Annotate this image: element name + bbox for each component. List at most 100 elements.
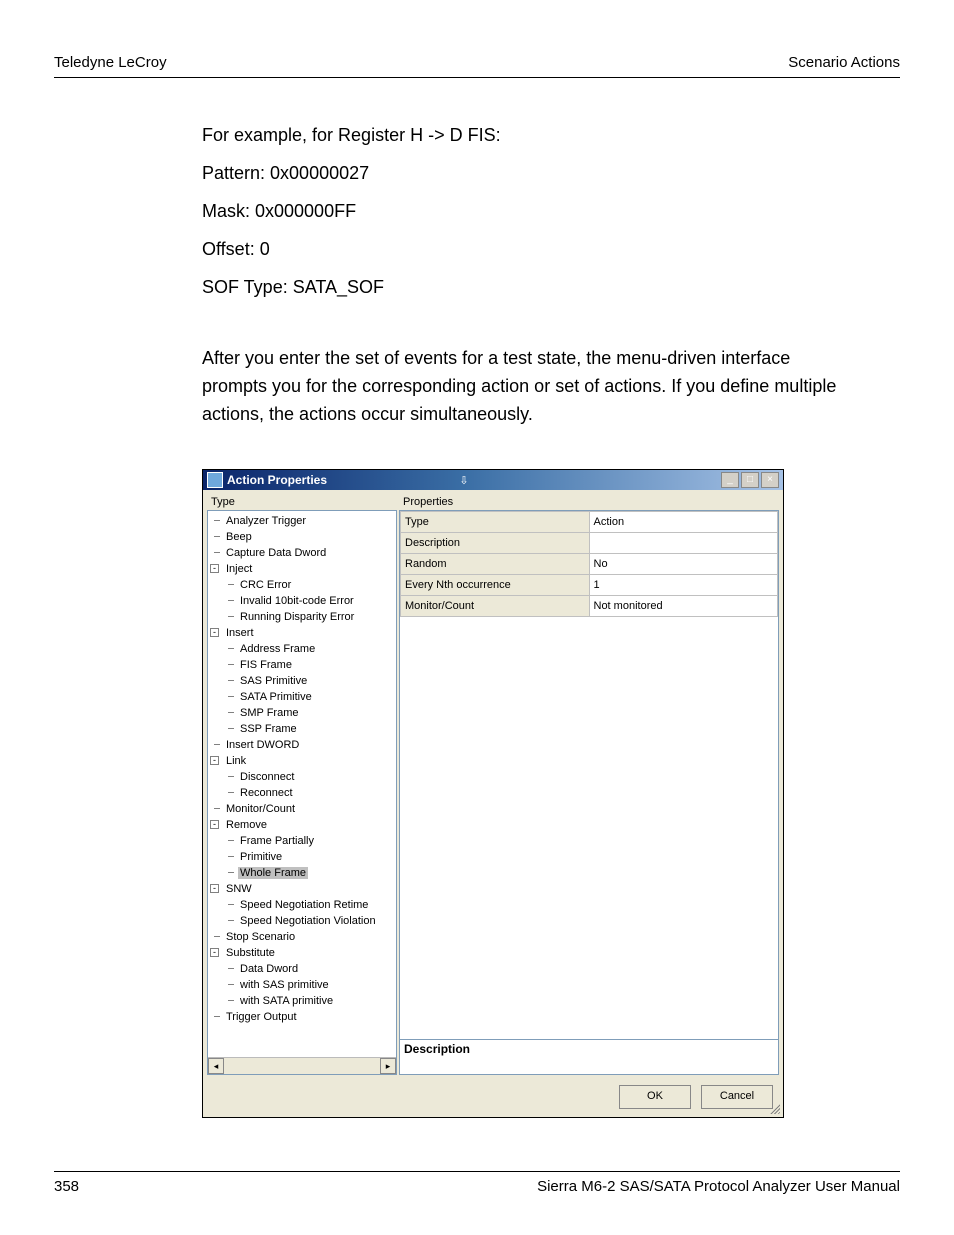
tree-node[interactable]: -Substitute	[210, 945, 396, 961]
property-row[interactable]: Description	[401, 533, 778, 554]
dropdown-arrow-icon[interactable]: ⇩	[457, 473, 471, 487]
tree-node[interactable]: FIS Frame	[224, 657, 396, 673]
type-tree[interactable]: Analyzer TriggerBeepCapture Data Dword-I…	[207, 510, 397, 1075]
tree-node-label[interactable]: FIS Frame	[238, 659, 294, 671]
tree-node[interactable]: SMP Frame	[224, 705, 396, 721]
tree-node-label[interactable]: Invalid 10bit-code Error	[238, 595, 356, 607]
scroll-right-button[interactable]: ▸	[380, 1058, 396, 1074]
tree-node[interactable]: Capture Data Dword	[210, 545, 396, 561]
tree-node-label[interactable]: Whole Frame	[238, 867, 308, 879]
tree-node-label[interactable]: Beep	[224, 531, 254, 543]
tree-node[interactable]: with SATA primitive	[224, 993, 396, 1009]
tree-node-label[interactable]: Frame Partially	[238, 835, 316, 847]
tree-node-label[interactable]: SATA Primitive	[238, 691, 314, 703]
tree-node-label[interactable]: Address Frame	[238, 643, 317, 655]
tree-node-label[interactable]: Trigger Output	[224, 1011, 299, 1023]
collapse-icon[interactable]: -	[210, 564, 219, 573]
tree-node[interactable]: CRC Error	[224, 577, 396, 593]
tree-connector	[214, 808, 220, 809]
tree-node-label[interactable]: SSP Frame	[238, 723, 299, 735]
tree-node[interactable]: SSP Frame	[224, 721, 396, 737]
property-value[interactable]: No	[589, 554, 778, 575]
tree-node-label[interactable]: Reconnect	[238, 787, 295, 799]
tree-node[interactable]: Running Disparity Error	[224, 609, 396, 625]
tree-node[interactable]: Invalid 10bit-code Error	[224, 593, 396, 609]
tree-node[interactable]: Data Dword	[224, 961, 396, 977]
tree-node[interactable]: -Insert	[210, 625, 396, 641]
tree-node[interactable]: Stop Scenario	[210, 929, 396, 945]
tree-node[interactable]: Frame Partially	[224, 833, 396, 849]
tree-node[interactable]: -SNW	[210, 881, 396, 897]
tree-node-label[interactable]: Speed Negotiation Retime	[238, 899, 370, 911]
tree-node[interactable]: Disconnect	[224, 769, 396, 785]
collapse-icon[interactable]: -	[210, 884, 219, 893]
tree-node[interactable]: Analyzer Trigger	[210, 513, 396, 529]
tree-node-label[interactable]: CRC Error	[238, 579, 293, 591]
maximize-button[interactable]: □	[741, 472, 759, 488]
scroll-left-button[interactable]: ◂	[208, 1058, 224, 1074]
tree-node-label[interactable]: Insert	[224, 627, 256, 639]
tree-node-label[interactable]: SAS Primitive	[238, 675, 309, 687]
tree-connector	[228, 920, 234, 921]
ok-button[interactable]: OK	[619, 1085, 691, 1109]
tree-node[interactable]: with SAS primitive	[224, 977, 396, 993]
property-row[interactable]: TypeAction	[401, 512, 778, 533]
tree-node[interactable]: Address Frame	[224, 641, 396, 657]
tree-node[interactable]: Beep	[210, 529, 396, 545]
tree-node-label[interactable]: Substitute	[224, 947, 277, 959]
tree-node-label[interactable]: Remove	[224, 819, 269, 831]
close-button[interactable]: ×	[761, 472, 779, 488]
tree-node-label[interactable]: SMP Frame	[238, 707, 300, 719]
property-row[interactable]: Every Nth occurrence1	[401, 575, 778, 596]
properties-grid[interactable]: TypeActionDescriptionRandomNoEvery Nth o…	[399, 510, 779, 1040]
collapse-icon[interactable]: -	[210, 820, 219, 829]
collapse-icon[interactable]: -	[210, 628, 219, 637]
page-number: 358	[54, 1178, 79, 1195]
property-value[interactable]: Action	[589, 512, 778, 533]
tree-node-label[interactable]: Inject	[224, 563, 254, 575]
tree-node[interactable]: Speed Negotiation Retime	[224, 897, 396, 913]
property-value[interactable]	[589, 533, 778, 554]
property-value[interactable]: Not monitored	[589, 596, 778, 617]
tree-node[interactable]: Primitive	[224, 849, 396, 865]
tree-node-label[interactable]: Analyzer Trigger	[224, 515, 308, 527]
tree-node[interactable]: -Link	[210, 753, 396, 769]
tree-node[interactable]: Monitor/Count	[210, 801, 396, 817]
tree-node-label[interactable]: SNW	[224, 883, 254, 895]
tree-connector	[228, 680, 234, 681]
tree-node[interactable]: Reconnect	[224, 785, 396, 801]
property-value[interactable]: 1	[589, 575, 778, 596]
collapse-icon[interactable]: -	[210, 756, 219, 765]
minimize-button[interactable]: _	[721, 472, 739, 488]
titlebar[interactable]: Action Properties ⇩ _ □ ×	[203, 470, 783, 490]
tree-node[interactable]: Insert DWORD	[210, 737, 396, 753]
cancel-button[interactable]: Cancel	[701, 1085, 773, 1109]
property-row[interactable]: Monitor/CountNot monitored	[401, 596, 778, 617]
tree-node-label[interactable]: Primitive	[238, 851, 284, 863]
tree-node-label[interactable]: Monitor/Count	[224, 803, 297, 815]
collapse-icon[interactable]: -	[210, 948, 219, 957]
tree-node-label[interactable]: Stop Scenario	[224, 931, 297, 943]
resize-grip-icon[interactable]	[768, 1102, 780, 1114]
tree-node[interactable]: Trigger Output	[210, 1009, 396, 1025]
tree-node[interactable]: Whole Frame	[224, 865, 396, 881]
tree-node-label[interactable]: Link	[224, 755, 248, 767]
tree-node-label[interactable]: Speed Negotiation Violation	[238, 915, 378, 927]
tree-node[interactable]: SAS Primitive	[224, 673, 396, 689]
property-name: Monitor/Count	[401, 596, 590, 617]
tree-node[interactable]: SATA Primitive	[224, 689, 396, 705]
tree-node-label[interactable]: Insert DWORD	[224, 739, 301, 751]
tree-node-label[interactable]: Data Dword	[238, 963, 300, 975]
tree-node-label[interactable]: with SAS primitive	[238, 979, 331, 991]
tree-node-label[interactable]: Capture Data Dword	[224, 547, 328, 559]
tree-node[interactable]: -Remove	[210, 817, 396, 833]
tree-node-label[interactable]: Running Disparity Error	[238, 611, 356, 623]
tree-hscrollbar[interactable]: ◂ ▸	[208, 1057, 396, 1074]
instruction-paragraph: After you enter the set of events for a …	[202, 345, 840, 429]
tree-node[interactable]: Speed Negotiation Violation	[224, 913, 396, 929]
tree-node-label[interactable]: Disconnect	[238, 771, 296, 783]
tree-connector	[228, 696, 234, 697]
tree-node-label[interactable]: with SATA primitive	[238, 995, 335, 1007]
property-row[interactable]: RandomNo	[401, 554, 778, 575]
tree-node[interactable]: -Inject	[210, 561, 396, 577]
